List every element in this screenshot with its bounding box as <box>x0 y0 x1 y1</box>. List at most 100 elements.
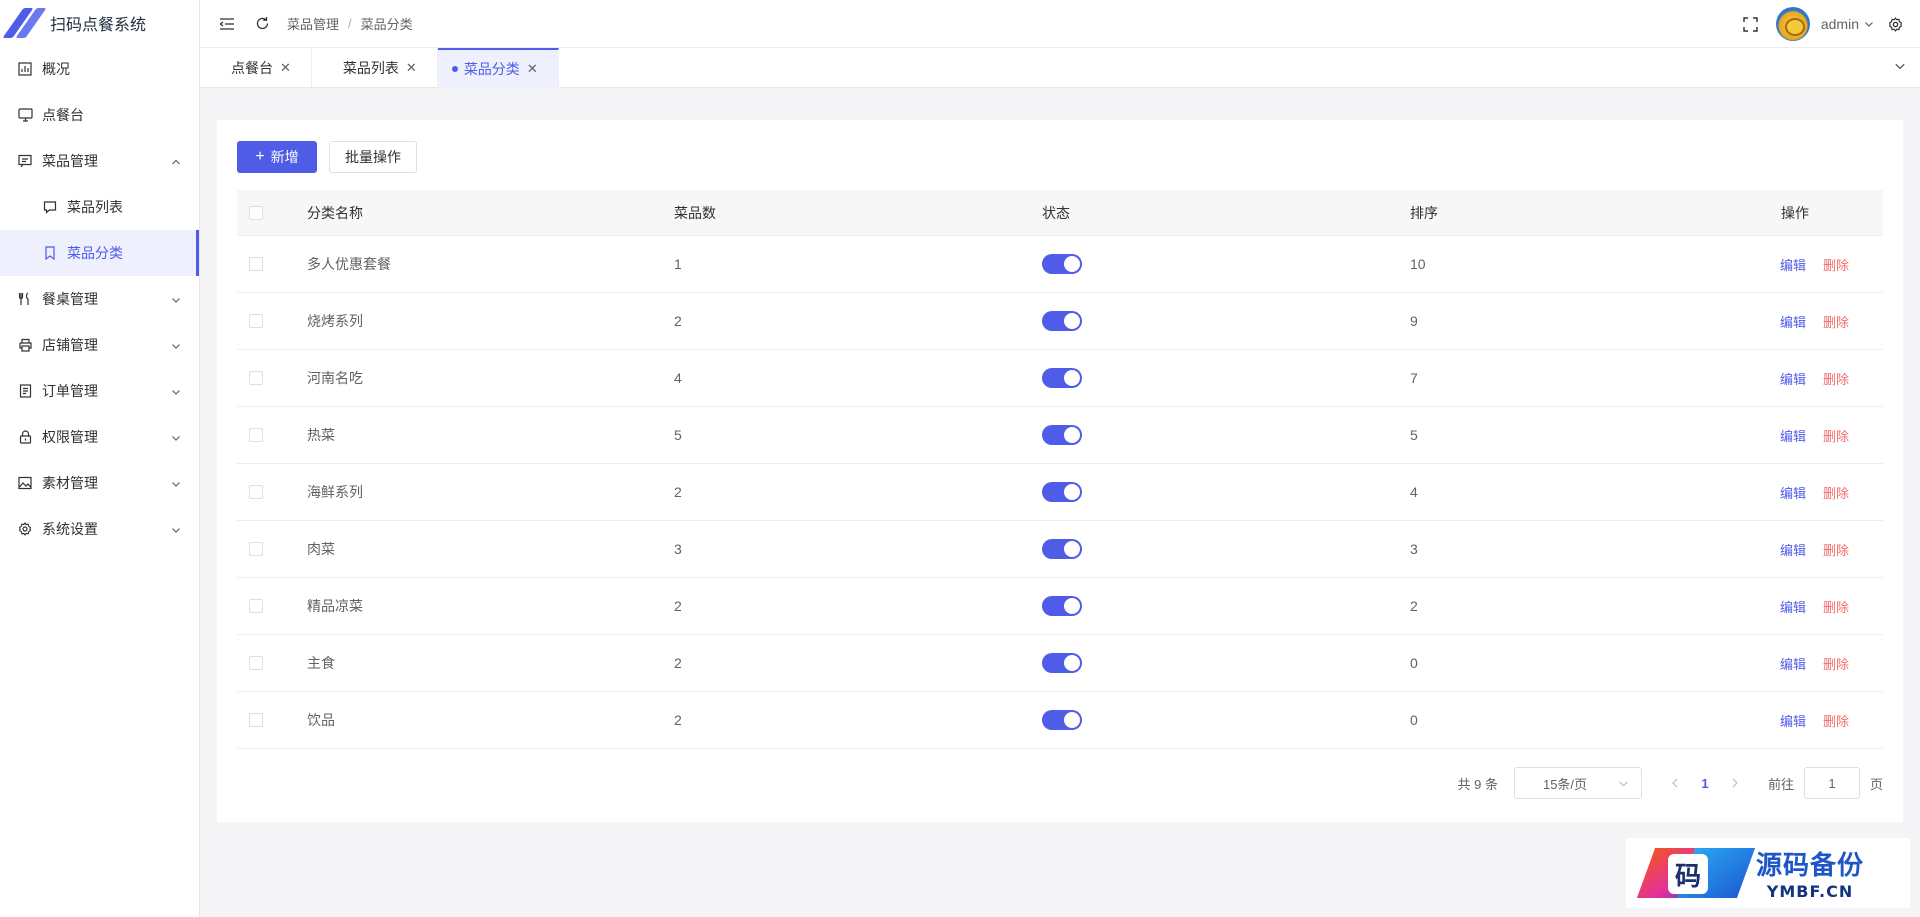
status-toggle[interactable] <box>1042 254 1082 274</box>
close-icon[interactable]: ✕ <box>406 60 417 76</box>
category-name: 精品凉菜 <box>307 598 363 614</box>
sidebar-item-order-management[interactable]: 订单管理 <box>0 368 199 414</box>
fullscreen-icon[interactable] <box>1742 15 1760 33</box>
edit-button[interactable]: 编辑 <box>1780 255 1806 274</box>
tab-ordering[interactable]: 点餐台 ✕ <box>200 48 312 88</box>
tab-dish-list[interactable]: 菜品列表 ✕ <box>312 48 438 88</box>
gear-icon <box>17 521 33 537</box>
row-checkbox[interactable] <box>249 428 263 442</box>
status-toggle[interactable] <box>1042 425 1082 445</box>
category-name: 多人优惠套餐 <box>307 256 391 272</box>
delete-button[interactable]: 删除 <box>1823 540 1849 559</box>
sidebar-item-material-management[interactable]: 素材管理 <box>0 460 199 506</box>
dish-count: 4 <box>674 370 682 386</box>
watermark-text: 源码备份 YMBF.CN <box>1756 845 1864 901</box>
app-logo[interactable]: 扫码点餐系统 <box>0 0 199 46</box>
chevron-down-icon <box>171 522 181 538</box>
batch-button-label: 批量操作 <box>345 149 401 165</box>
chevron-down-icon[interactable] <box>1894 60 1906 75</box>
sort-value: 7 <box>1410 370 1418 386</box>
sidebar-item-dish-list[interactable]: 菜品列表 <box>0 184 199 230</box>
sidebar-item-shop-management[interactable]: 店铺管理 <box>0 322 199 368</box>
row-checkbox[interactable] <box>249 713 263 727</box>
goto-page-input[interactable]: 1 <box>1803 767 1860 799</box>
watermark-site: YMBF.CN <box>1766 882 1854 901</box>
row-checkbox[interactable] <box>249 656 263 670</box>
select-all-checkbox[interactable] <box>249 205 263 220</box>
close-icon[interactable]: ✕ <box>280 60 291 76</box>
delete-button[interactable]: 删除 <box>1823 426 1849 445</box>
sidebar-item-label: 订单管理 <box>42 383 98 399</box>
status-toggle[interactable] <box>1042 653 1082 673</box>
sidebar-item-overview[interactable]: 概况 <box>0 46 199 92</box>
status-toggle[interactable] <box>1042 311 1082 331</box>
row-checkbox[interactable] <box>249 257 263 271</box>
edit-button[interactable]: 编辑 <box>1780 369 1806 388</box>
delete-button[interactable]: 删除 <box>1823 369 1849 388</box>
sidebar-item-dish-management[interactable]: 菜品管理 <box>0 138 199 184</box>
plus-icon: + <box>255 148 265 165</box>
add-button[interactable]: + 新增 <box>237 141 317 173</box>
column-header-count: 菜品数 <box>674 204 716 221</box>
sidebar-item-label: 菜品分类 <box>67 245 123 261</box>
edit-button[interactable]: 编辑 <box>1780 312 1806 331</box>
status-toggle[interactable] <box>1042 596 1082 616</box>
next-page-button[interactable] <box>1720 768 1750 798</box>
sidebar-item-label: 点餐台 <box>42 107 84 123</box>
row-checkbox[interactable] <box>249 371 263 385</box>
settings-icon[interactable] <box>1886 15 1904 33</box>
edit-button[interactable]: 编辑 <box>1780 540 1806 559</box>
top-header: 菜品管理 / 菜品分类 admin <box>200 0 1920 48</box>
edit-button[interactable]: 编辑 <box>1780 483 1806 502</box>
table-header: 分类名称 菜品数 状态 排序 操作 <box>237 190 1883 236</box>
batch-operation-button[interactable]: 批量操作 <box>329 141 417 173</box>
sidebar-item-label: 概况 <box>42 61 70 77</box>
row-checkbox[interactable] <box>249 314 263 328</box>
header-right: admin <box>1724 0 1920 48</box>
sidebar-item-table-management[interactable]: 餐桌管理 <box>0 276 199 322</box>
sidebar-item-dish-category[interactable]: 菜品分类 <box>0 230 199 276</box>
edit-button[interactable]: 编辑 <box>1780 654 1806 673</box>
username: admin <box>1820 16 1859 32</box>
row-checkbox[interactable] <box>249 485 263 499</box>
watermark-logo: 码 源码备份 YMBF.CN <box>1626 838 1910 908</box>
delete-button[interactable]: 删除 <box>1823 654 1849 673</box>
delete-button[interactable]: 删除 <box>1823 312 1849 331</box>
sidebar-item-ordering[interactable]: 点餐台 <box>0 92 199 138</box>
status-toggle[interactable] <box>1042 482 1082 502</box>
avatar[interactable] <box>1775 7 1810 41</box>
chevron-down-icon <box>171 292 181 308</box>
delete-button[interactable]: 删除 <box>1823 483 1849 502</box>
delete-button[interactable]: 删除 <box>1823 255 1849 274</box>
page-number-current[interactable]: 1 <box>1690 768 1720 798</box>
prev-page-button[interactable] <box>1660 768 1690 798</box>
row-checkbox[interactable] <box>249 542 263 556</box>
delete-button[interactable]: 删除 <box>1823 597 1849 616</box>
status-toggle[interactable] <box>1042 710 1082 730</box>
edit-button[interactable]: 编辑 <box>1780 426 1806 445</box>
sort-value: 10 <box>1410 256 1426 272</box>
dish-count: 5 <box>674 427 682 443</box>
category-name: 饮品 <box>307 712 335 728</box>
collapse-menu-icon[interactable] <box>218 15 236 33</box>
dish-count: 1 <box>674 256 682 272</box>
row-checkbox[interactable] <box>249 599 263 613</box>
close-icon[interactable]: ✕ <box>527 61 538 77</box>
refresh-icon[interactable] <box>253 15 271 33</box>
page-size-select[interactable]: 15条/页 <box>1513 767 1642 799</box>
breadcrumb-item[interactable]: 菜品管理 <box>287 14 339 33</box>
status-toggle[interactable] <box>1042 368 1082 388</box>
sidebar-item-permission-management[interactable]: 权限管理 <box>0 414 199 460</box>
edit-button[interactable]: 编辑 <box>1780 597 1806 616</box>
user-menu[interactable]: admin <box>1821 16 1874 32</box>
status-toggle[interactable] <box>1042 539 1082 559</box>
delete-button[interactable]: 删除 <box>1823 711 1849 730</box>
tab-dish-category[interactable]: 菜品分类 ✕ <box>437 48 559 88</box>
watermark-title: 源码备份 <box>1756 851 1865 881</box>
category-table: 分类名称 菜品数 状态 排序 操作 多人优惠套餐 1 10 编辑 删除 烧烤系列 … <box>237 190 1883 749</box>
sidebar-item-system-settings[interactable]: 系统设置 <box>0 506 199 552</box>
table-row: 精品凉菜 2 2 编辑 删除 <box>237 578 1883 635</box>
sidebar-item-label: 店铺管理 <box>42 337 98 353</box>
sort-value: 0 <box>1410 712 1418 728</box>
edit-button[interactable]: 编辑 <box>1780 711 1806 730</box>
